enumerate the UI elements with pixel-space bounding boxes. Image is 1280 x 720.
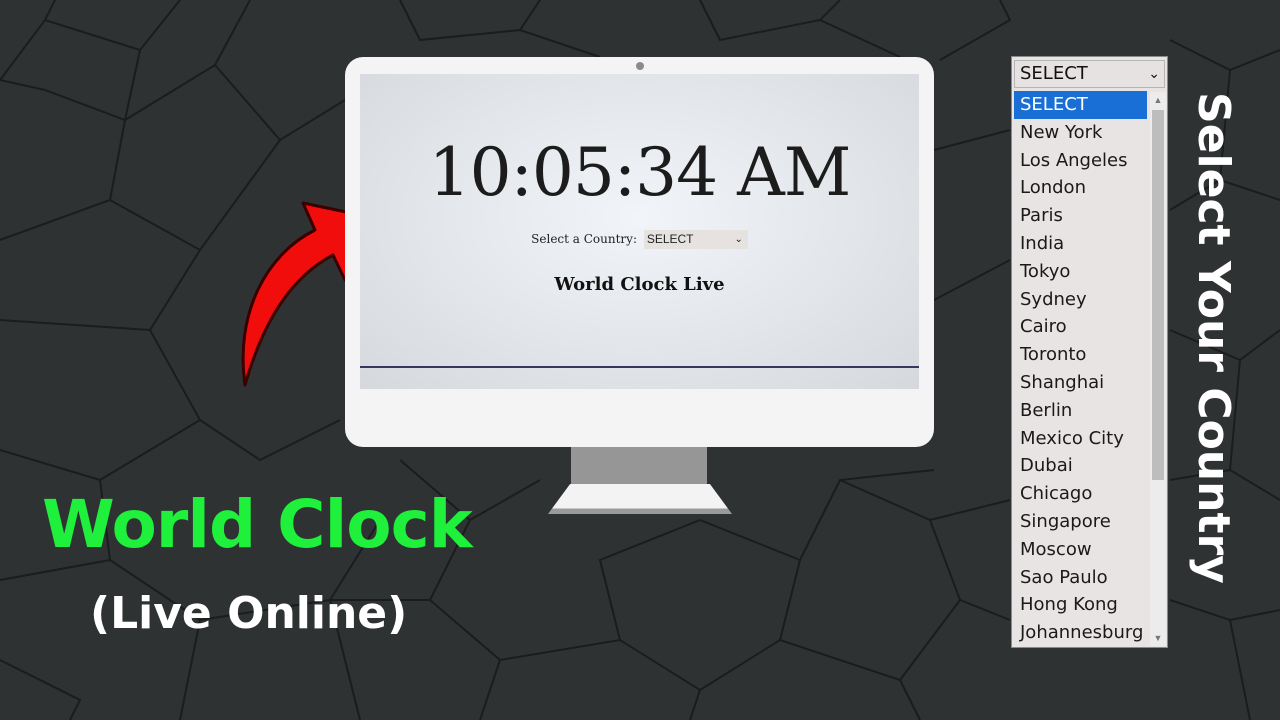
dropdown-current-value[interactable]: SELECT ⌄: [1014, 60, 1165, 88]
country-select[interactable]: SELECT ⌄: [643, 230, 748, 249]
page-subtitle: World Clock Live: [554, 274, 725, 295]
divider: [360, 366, 919, 368]
dropdown-option[interactable]: Toronto: [1014, 341, 1147, 369]
dropdown-option[interactable]: London: [1014, 174, 1147, 202]
chevron-down-icon: ⌄: [734, 234, 743, 245]
dropdown-option[interactable]: Shanghai: [1014, 369, 1147, 397]
dropdown-option[interactable]: Dubai: [1014, 452, 1147, 480]
dropdown-option[interactable]: Johannesburg: [1014, 619, 1147, 647]
dropdown-option[interactable]: Sao Paulo: [1014, 564, 1147, 592]
dropdown-option[interactable]: New York: [1014, 119, 1147, 147]
dropdown-option[interactable]: India: [1014, 230, 1147, 258]
vertical-caption-text: Select Your Country: [1188, 92, 1239, 584]
dropdown-option[interactable]: Paris: [1014, 202, 1147, 230]
dropdown-option[interactable]: Cairo: [1014, 313, 1147, 341]
live-clock-time: 10:05:34 AM: [428, 134, 852, 211]
monitor-stand-neck: [571, 447, 707, 484]
scroll-up-icon[interactable]: ▲: [1150, 92, 1166, 108]
dropdown-option[interactable]: Moscow: [1014, 536, 1147, 564]
country-select-value: SELECT: [646, 232, 694, 246]
country-select-label: Select a Country:: [531, 232, 637, 246]
country-dropdown[interactable]: SELECT ⌄ SELECT New York Los Angeles London…: [1011, 56, 1168, 648]
camera-dot: [636, 62, 644, 70]
scroll-down-icon[interactable]: ▼: [1150, 630, 1166, 646]
headline: World Clock: [42, 486, 473, 563]
dropdown-options: SELECT New York Los Angeles London Paris Indi…: [1014, 91, 1147, 647]
vertical-caption: Select Your Country: [1181, 92, 1241, 632]
dropdown-option[interactable]: Hong Kong: [1014, 591, 1147, 619]
dropdown-option[interactable]: Los Angeles: [1014, 147, 1147, 175]
dropdown-option[interactable]: Mexico City: [1014, 425, 1147, 453]
country-select-row: Select a Country: SELECT ⌄: [360, 230, 919, 249]
monitor-screen: 10:05:34 AM Select a Country: SELECT ⌄ W…: [360, 74, 919, 389]
dropdown-option[interactable]: SELECT: [1014, 91, 1147, 119]
dropdown-option[interactable]: Sydney: [1014, 286, 1147, 314]
scrollbar-thumb[interactable]: [1152, 110, 1164, 480]
dropdown-option[interactable]: Berlin: [1014, 397, 1147, 425]
dropdown-option[interactable]: Chicago: [1014, 480, 1147, 508]
monitor-stand-base: [548, 484, 732, 514]
dropdown-option[interactable]: Singapore: [1014, 508, 1147, 536]
dropdown-current-label: SELECT: [1020, 63, 1088, 84]
tagline: (Live Online): [90, 588, 408, 639]
dropdown-option[interactable]: Tokyo: [1014, 258, 1147, 286]
chevron-down-icon: ⌄: [1148, 66, 1160, 82]
monitor-frame: 10:05:34 AM Select a Country: SELECT ⌄ W…: [345, 57, 934, 447]
dropdown-scrollbar[interactable]: ▲ ▼: [1150, 92, 1166, 646]
